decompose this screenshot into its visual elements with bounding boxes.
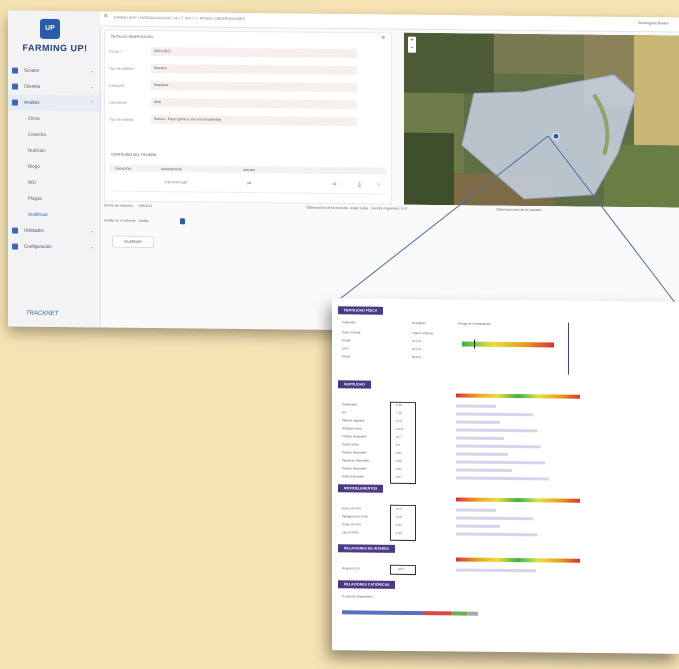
result-bar bbox=[456, 532, 537, 537]
param-name: Calcio activo bbox=[342, 442, 360, 447]
result-bar bbox=[456, 436, 504, 440]
results-highlight bbox=[390, 401, 416, 485]
param-name: Manganeso (DTPA) bbox=[342, 514, 369, 519]
section-header: FERTILIDAD FÍSICA bbox=[338, 306, 384, 315]
compaction-gradient bbox=[462, 341, 554, 348]
param-value: 0.65 bbox=[396, 450, 402, 455]
param-value: 24.2 % bbox=[412, 347, 422, 352]
result-bar bbox=[456, 476, 549, 481]
param-name: Potasio disponible bbox=[342, 466, 367, 471]
param-value: 10.0 bbox=[398, 566, 404, 571]
column-header: Parámetro bbox=[342, 320, 357, 325]
param-name: Cobre (DTPA) bbox=[342, 522, 361, 527]
result-bar bbox=[456, 412, 533, 417]
result-bar bbox=[456, 428, 537, 433]
param-name: Clase textural bbox=[342, 330, 361, 335]
param-name: Hierro (DTPA) bbox=[342, 506, 361, 511]
result-bar bbox=[456, 460, 545, 465]
param-value: 0.61 bbox=[396, 466, 402, 471]
result-bar bbox=[456, 524, 500, 528]
section-header: RELACIONES CATIÓNICAS bbox=[338, 580, 396, 589]
interpretation-scale bbox=[456, 497, 580, 503]
result-bar bbox=[456, 452, 508, 457]
param-name: Zinc (DTPA) bbox=[342, 530, 359, 535]
param-name: Arena bbox=[342, 354, 351, 359]
param-name: Nitrógeno total bbox=[342, 426, 362, 431]
param-value: 0.07 bbox=[396, 474, 402, 479]
column-header: Resultado bbox=[412, 321, 426, 326]
param-value: 24.7 bbox=[396, 434, 402, 439]
section-header: RELACIONES DE INTERÉS bbox=[338, 544, 395, 553]
param-value: 1.46 bbox=[396, 402, 402, 407]
soil-report: FERTILIDAD FÍSICA Parámetro Resultado Ri… bbox=[332, 298, 679, 654]
param-name: Limo bbox=[342, 346, 349, 351]
divider bbox=[568, 322, 569, 375]
param-name: Arcilla bbox=[342, 338, 351, 343]
param-name: Potasio disponible bbox=[342, 450, 367, 455]
param-name: Sodio disponible bbox=[342, 474, 365, 479]
param-value: 15.2 % bbox=[412, 339, 422, 344]
param-value: 1.12 bbox=[396, 530, 402, 535]
result-bar bbox=[456, 420, 500, 424]
cationic-label: % cationes disponibles bbox=[342, 594, 373, 599]
section-header: FERTILIDAD bbox=[338, 380, 371, 389]
param-value: 6.5 bbox=[396, 442, 401, 447]
interpretation-scale bbox=[456, 557, 580, 563]
results-highlight bbox=[390, 504, 416, 542]
section-header: MICROELEMENTOS bbox=[338, 484, 384, 493]
interpretation-scale bbox=[456, 393, 580, 399]
param-name: Materia orgánica bbox=[342, 418, 365, 423]
param-name: Carbonatos bbox=[342, 402, 358, 407]
param-value: 12.6 bbox=[396, 514, 402, 519]
compaction-marker bbox=[474, 339, 475, 349]
param-name: Fósforo disponible bbox=[342, 434, 367, 439]
param-value: 1.04 bbox=[396, 522, 402, 527]
param-value: Franco arenosa bbox=[412, 331, 434, 336]
param-value: 7.48 bbox=[396, 410, 402, 415]
result-bar bbox=[456, 508, 496, 512]
param-value: 0.151 bbox=[396, 426, 404, 431]
result-bar bbox=[456, 444, 541, 449]
result-bar bbox=[456, 404, 496, 408]
cation-bar bbox=[342, 610, 478, 616]
compaction-label: Riesgo de compactación bbox=[458, 321, 491, 326]
param-name: Magnesio disponible bbox=[342, 458, 370, 463]
param-name: pH bbox=[342, 410, 346, 415]
param-value: 10.4 bbox=[396, 506, 402, 511]
result-bar bbox=[456, 468, 512, 473]
param-value: 0.48 bbox=[396, 458, 402, 463]
param-name: Relación C/N bbox=[342, 566, 360, 571]
result-bar bbox=[456, 516, 533, 521]
param-value: 2.72 bbox=[396, 418, 402, 423]
param-value: 60.6 % bbox=[412, 355, 422, 360]
ratio-bar bbox=[456, 568, 536, 573]
